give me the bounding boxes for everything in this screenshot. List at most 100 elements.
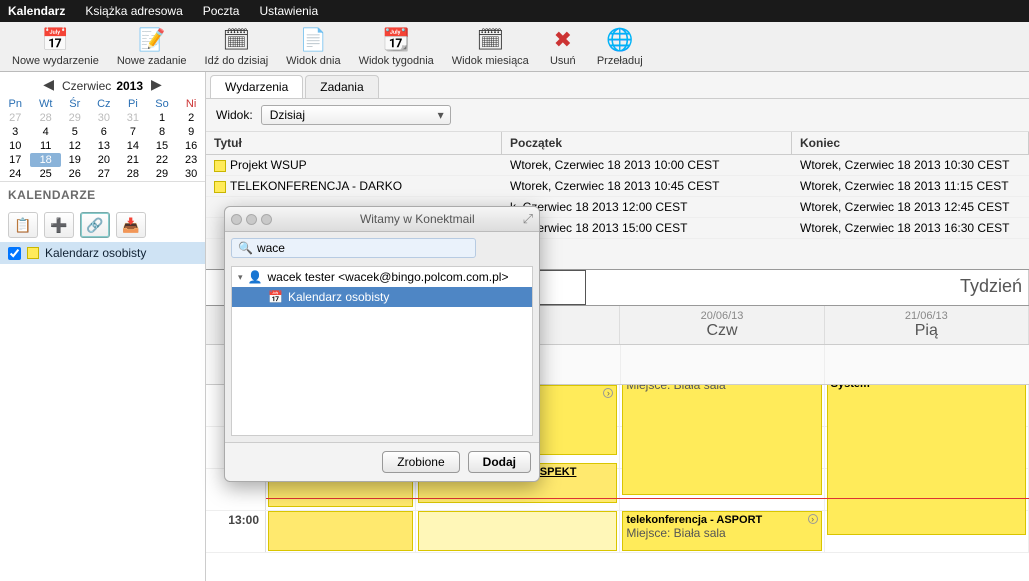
min-dot[interactable] <box>246 214 257 225</box>
tool-day-view[interactable]: 📄Widok dnia <box>278 24 348 69</box>
tool-reload[interactable]: 🌐Przeładuj <box>589 24 651 69</box>
minical-day[interactable]: 9 <box>177 125 205 139</box>
minical-next[interactable]: ▶ <box>149 76 164 93</box>
minical-day[interactable]: 27 <box>89 167 119 181</box>
welcome-dialog: Witamy w Konektmail ⤢ 🔍 ▾ 👤 wacek tester… <box>224 206 540 482</box>
minical-day[interactable]: 3 <box>0 125 30 139</box>
toolbar: 📅Nowe wydarzenie 📝Nowe zadanie 🗓Idź do d… <box>0 22 1029 72</box>
current-time-line <box>266 498 1029 499</box>
close-dot[interactable] <box>231 214 242 225</box>
tool-new-event[interactable]: 📅Nowe wydarzenie <box>4 24 107 69</box>
col-title[interactable]: Tytuł <box>206 132 502 154</box>
minical-day[interactable]: 19 <box>61 153 89 167</box>
event-row[interactable]: TELEKONFERENCJA - DARKOWtorek, Czerwiec … <box>206 176 1029 197</box>
minical-day[interactable]: 27 <box>0 111 30 125</box>
calendar-view-icons: 📋 ➕ 🔗 📥 <box>0 208 205 242</box>
minical-day[interactable]: 11 <box>30 139 60 153</box>
minical-day[interactable]: 25 <box>30 167 60 181</box>
menu-ustawienia[interactable]: Ustawienia <box>259 4 318 18</box>
minical-day[interactable]: 21 <box>119 153 147 167</box>
event-grid-head: Tytuł Początek Koniec <box>206 132 1029 155</box>
calendar-personal[interactable]: Kalendarz osobisty <box>0 242 205 264</box>
minical-day[interactable]: 31 <box>119 111 147 125</box>
minical-day[interactable]: 30 <box>177 167 205 181</box>
reload-icon: 🌐 <box>604 26 636 54</box>
menu-ksiazka[interactable]: Książka adresowa <box>85 4 182 18</box>
menubar: Kalendarz Książka adresowa Poczta Ustawi… <box>0 0 1029 22</box>
tool-week-view[interactable]: 📆Widok tygodnia <box>351 24 442 69</box>
minical-day[interactable]: 13 <box>89 139 119 153</box>
expand-icon[interactable]: ⤢ <box>523 211 533 227</box>
minical-day[interactable]: 1 <box>147 111 177 125</box>
minical-day[interactable]: 7 <box>119 125 147 139</box>
col-start[interactable]: Początek <box>502 132 792 154</box>
dialog-search-input[interactable] <box>257 241 469 255</box>
cal-list-icon[interactable]: 📋 <box>8 212 38 238</box>
event-asport[interactable]: telekonferencja - ASPORTMiejsce: Biała s… <box>622 511 821 551</box>
minical-day[interactable]: 8 <box>147 125 177 139</box>
calendar-icon: 📅 <box>268 290 283 304</box>
tool-delete[interactable]: ✖Usuń <box>539 24 587 69</box>
tab-tasks[interactable]: Zadania <box>305 75 378 98</box>
dialog-add-button[interactable]: Dodaj <box>468 451 531 473</box>
minical-day[interactable]: 29 <box>147 167 177 181</box>
menu-poczta[interactable]: Poczta <box>203 4 240 18</box>
minical-day[interactable]: 28 <box>119 167 147 181</box>
event-yellow-2[interactable] <box>268 511 413 551</box>
cal-add-icon[interactable]: ➕ <box>44 212 74 238</box>
menu-kalendarz[interactable]: Kalendarz <box>8 4 65 18</box>
tool-month-view[interactable]: 🗓Widok miesiąca <box>444 24 537 69</box>
tool-today[interactable]: 🗓Idź do dzisiaj <box>197 24 277 69</box>
dialog-title: Witamy w Konektmail <box>312 212 523 226</box>
minical-day[interactable]: 26 <box>61 167 89 181</box>
minical-header: ◀ Czerwiec 2013 ▶ <box>0 72 205 97</box>
filter-select[interactable]: Dzisiaj <box>261 105 451 125</box>
minical-day[interactable]: 18 <box>30 153 60 167</box>
day-col-2[interactable]: 20/06/13Czw <box>620 306 824 344</box>
calendar-personal-label: Kalendarz osobisty <box>45 246 146 260</box>
minical-day[interactable]: 12 <box>61 139 89 153</box>
event-row[interactable]: Projekt WSUPWtorek, Czerwiec 18 2013 10:… <box>206 155 1029 176</box>
minical-day[interactable]: 2 <box>177 111 205 125</box>
minical-day[interactable]: 5 <box>61 125 89 139</box>
event-more-icon-2[interactable]: › <box>808 514 818 524</box>
today-icon: 🗓 <box>220 26 252 54</box>
dialog-search[interactable]: 🔍 <box>231 238 476 258</box>
search-icon: 🔍 <box>238 241 253 255</box>
minical: PnWtŚrCzPiSoNi 2728293031123456789101112… <box>0 97 205 181</box>
month-view-icon: 🗓 <box>474 26 506 54</box>
minical-day[interactable]: 17 <box>0 153 30 167</box>
minical-day[interactable]: 28 <box>30 111 60 125</box>
max-dot[interactable] <box>261 214 272 225</box>
tree-contact[interactable]: ▾ 👤 wacek tester <wacek@bingo.polcom.com… <box>232 267 532 287</box>
tree-collapse-icon[interactable]: ▾ <box>238 272 243 283</box>
tabs: Wydarzenia Zadania <box>206 72 1029 99</box>
minical-day[interactable]: 20 <box>89 153 119 167</box>
cal-share-icon[interactable]: 🔗 <box>80 212 110 238</box>
minical-day[interactable]: 10 <box>0 139 30 153</box>
col-end[interactable]: Koniec <box>792 132 1029 154</box>
minical-day[interactable]: 22 <box>147 153 177 167</box>
event-yellow-3[interactable] <box>418 511 617 551</box>
minical-day[interactable]: 6 <box>89 125 119 139</box>
dialog-done-button[interactable]: Zrobione <box>382 451 459 473</box>
dialog-titlebar[interactable]: Witamy w Konektmail ⤢ <box>225 207 539 232</box>
tab-events[interactable]: Wydarzenia <box>210 75 303 98</box>
cal-sub-icon[interactable]: 📥 <box>116 212 146 238</box>
minical-day[interactable]: 23 <box>177 153 205 167</box>
minical-day[interactable]: 29 <box>61 111 89 125</box>
week-next[interactable]: Tydzień <box>586 270 1029 305</box>
calendar-personal-checkbox[interactable] <box>8 247 21 260</box>
minical-day[interactable]: 30 <box>89 111 119 125</box>
dialog-tree: ▾ 👤 wacek tester <wacek@bingo.polcom.com… <box>231 266 533 436</box>
minical-prev[interactable]: ◀ <box>41 76 56 93</box>
minical-day[interactable]: 4 <box>30 125 60 139</box>
minical-day[interactable]: 14 <box>119 139 147 153</box>
tree-calendar-item[interactable]: 📅 Kalendarz osobisty <box>232 287 532 307</box>
tool-new-task[interactable]: 📝Nowe zadanie <box>109 24 195 69</box>
minical-day[interactable]: 15 <box>147 139 177 153</box>
minical-day[interactable]: 16 <box>177 139 205 153</box>
day-col-3[interactable]: 21/06/13Pią <box>825 306 1029 344</box>
delete-icon: ✖ <box>547 26 579 54</box>
minical-day[interactable]: 24 <box>0 167 30 181</box>
